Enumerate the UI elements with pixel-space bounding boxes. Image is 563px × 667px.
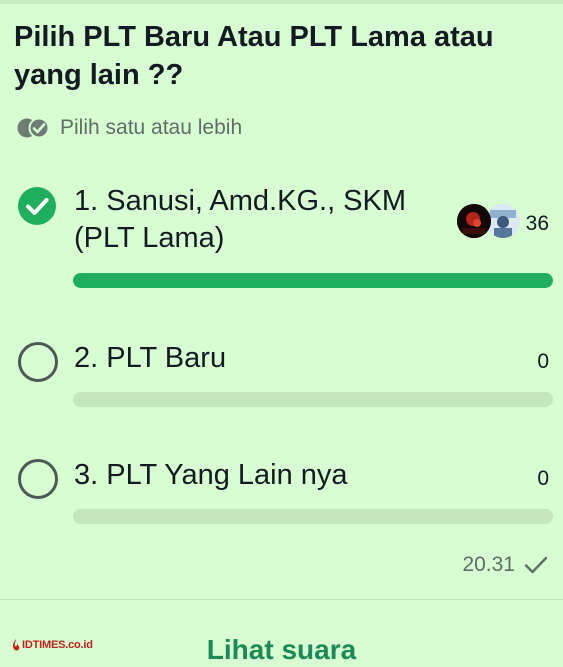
avatar-image-icon (486, 204, 520, 238)
timestamp-text: 20.31 (462, 553, 515, 576)
message-top-strip (0, 0, 563, 4)
poll-option-label: 1. Sanusi, Amd.KG., SKM (PLT Lama) (74, 183, 444, 257)
poll-option-1[interactable]: 1. Sanusi, Amd.KG., SKM (PLT Lama) 36 (0, 180, 563, 290)
message-timestamp: 20.31 (462, 553, 549, 577)
poll-option-label: 3. PLT Yang Lain nya (74, 459, 348, 491)
poll-hint-text: Pilih satu atau lebih (60, 116, 243, 139)
double-check-circle-icon (17, 117, 50, 139)
radio-empty-icon[interactable] (18, 342, 58, 382)
option-label-line-1: 1. Sanusi, Amd.KG., SKM (74, 185, 407, 217)
poll-option-2[interactable]: 2. PLT Baru 0 (0, 340, 563, 410)
poll-option-count: 0 (537, 467, 549, 490)
poll-option-progress (73, 392, 553, 407)
poll-option-progress (73, 509, 553, 524)
radio-empty-icon[interactable] (18, 459, 58, 499)
poll-option-count: 36 (525, 212, 549, 235)
poll-option-progress-fill (73, 273, 553, 288)
view-votes-button[interactable]: Lihat suara (0, 634, 563, 666)
poll-hint: Pilih satu atau lebih (16, 114, 242, 142)
voter-avatar[interactable] (486, 204, 520, 238)
single-check-icon (524, 556, 548, 574)
poll-title: Pilih PLT Baru Atau PLT Lama atau yang l… (14, 21, 494, 91)
poll-option-3[interactable]: 3. PLT Yang Lain nya 0 (0, 457, 563, 527)
poll-option-label: 2. PLT Baru (74, 342, 227, 374)
check-circle-icon[interactable] (17, 186, 57, 226)
voter-avatar[interactable] (457, 204, 491, 238)
poll-option-count: 0 (537, 350, 549, 373)
divider (0, 599, 563, 600)
avatar-image-icon (457, 204, 491, 238)
poll-option-progress (73, 273, 553, 288)
option-label-line-2: (PLT Lama) (74, 222, 225, 254)
